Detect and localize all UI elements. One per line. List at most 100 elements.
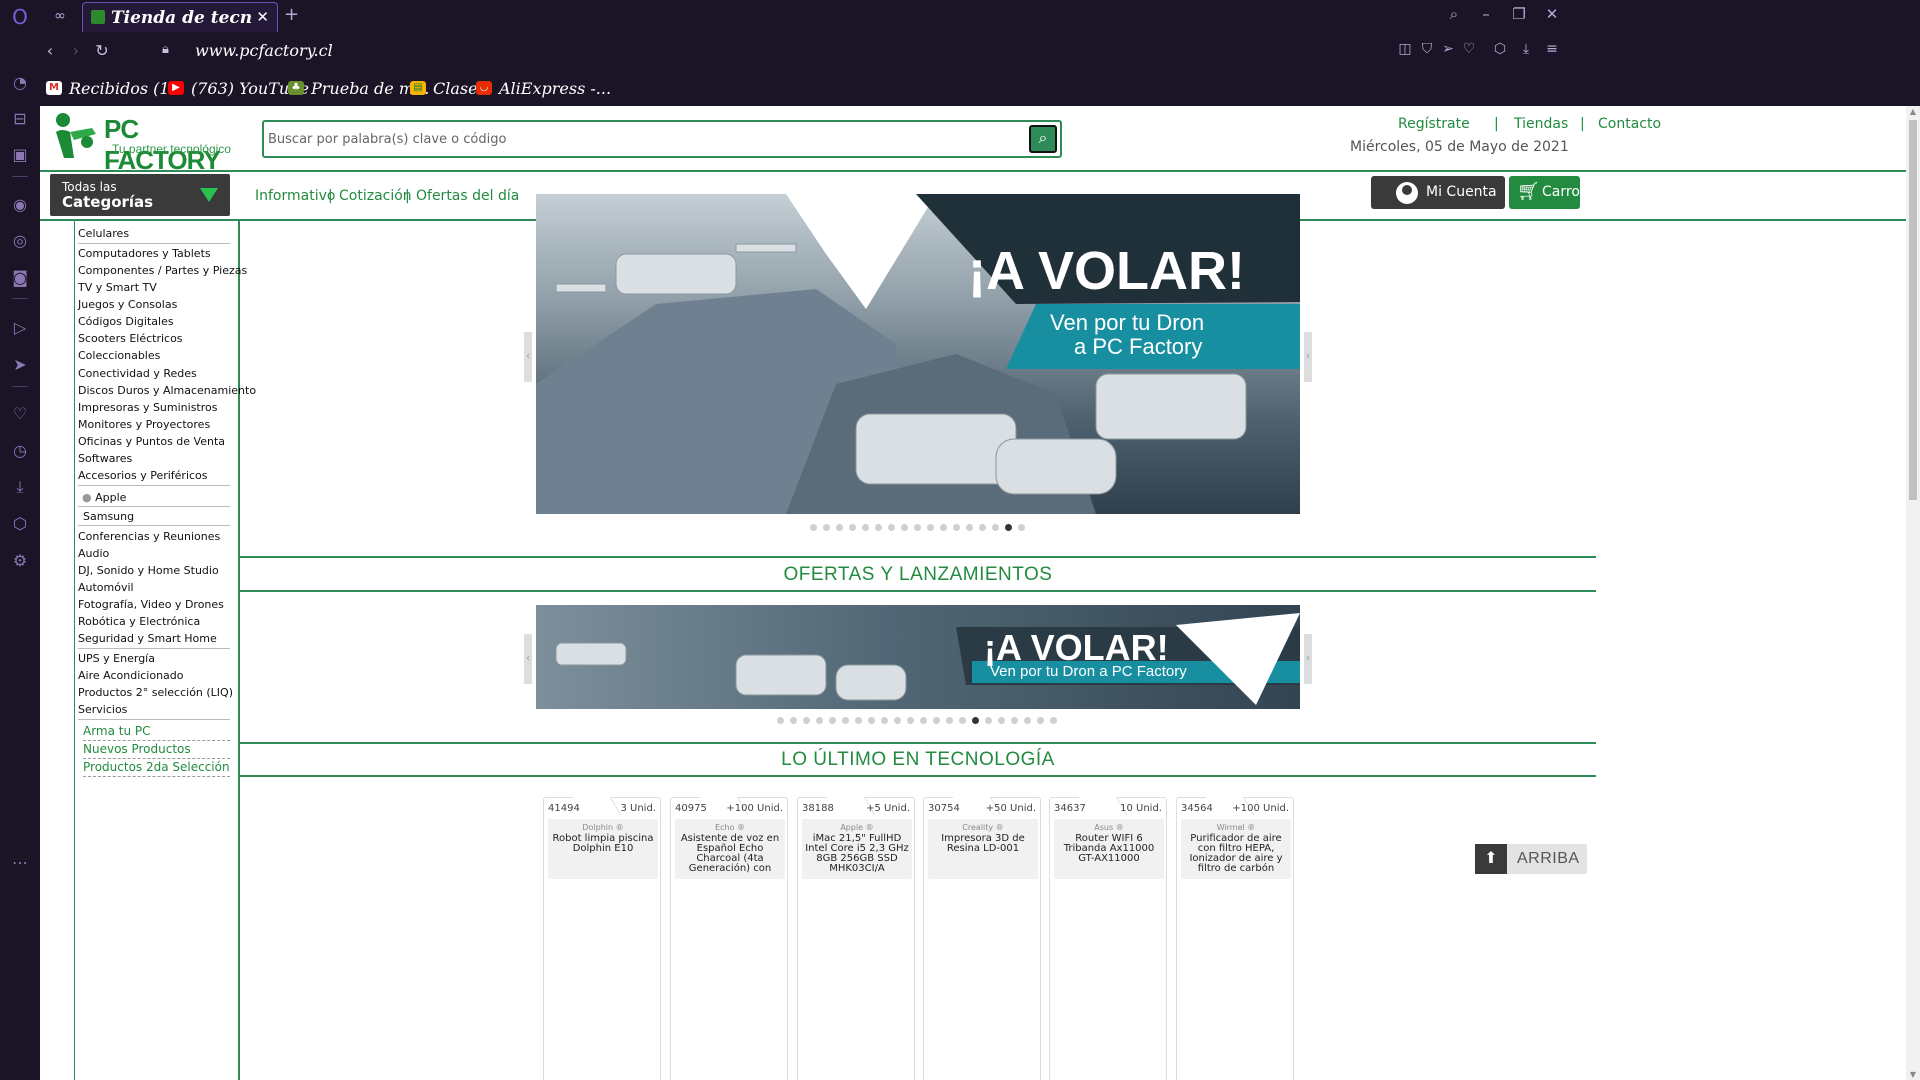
category-item[interactable]: Productos 2° selección (LIQ) — [78, 686, 233, 699]
extension-cube-icon[interactable]: ⬡ — [1490, 41, 1510, 57]
carousel-dot[interactable] — [927, 524, 934, 531]
discord-icon[interactable]: ◙ — [9, 267, 31, 289]
hero-banner[interactable]: ¡A VOLAR! Ven por tu Dron a PC Factory — [536, 194, 1300, 514]
product-name[interactable]: Robot limpia piscina Dolphin E10 — [550, 834, 656, 854]
send-icon[interactable]: ➤ — [9, 354, 31, 376]
carousel-dot[interactable] — [998, 717, 1005, 724]
hero-next-button[interactable]: › — [1304, 332, 1312, 382]
opera-logo-icon[interactable]: O — [9, 6, 31, 28]
category-item[interactable]: Celulares — [78, 227, 129, 240]
category-item[interactable]: Conferencias y Reuniones — [78, 530, 220, 543]
product-card[interactable]: 40975 +100 Unid. Echo ® Asistente de voz… — [670, 797, 788, 1080]
vpn-shield-icon[interactable]: ⛉ — [1417, 41, 1437, 57]
extensions-icon[interactable]: ⬡ — [9, 513, 31, 535]
carousel-dot[interactable] — [901, 524, 908, 531]
category-item[interactable]: Automóvil — [78, 581, 134, 594]
carousel-dot[interactable] — [914, 524, 921, 531]
carousel-dot[interactable] — [992, 524, 999, 531]
carousel-dot[interactable] — [855, 717, 862, 724]
carousel-dot[interactable] — [907, 717, 914, 724]
carousel-dot[interactable] — [862, 524, 869, 531]
product-card[interactable]: 38188 +5 Unid. Apple ® iMac 21,5" FullHD… — [797, 797, 915, 1080]
product-name[interactable]: Purificador de aire con filtro HEPA, Ion… — [1183, 834, 1289, 874]
carousel-dot[interactable] — [1011, 717, 1018, 724]
carousel-dot[interactable] — [966, 524, 973, 531]
carousel-dot[interactable] — [842, 717, 849, 724]
product-name[interactable]: iMac 21,5" FullHD Intel Core i5 2,3 GHz … — [804, 834, 910, 874]
product-name[interactable]: Impresora 3D de Resina LD-001 — [930, 834, 1036, 854]
scrollbar-thumb[interactable] — [1909, 120, 1917, 500]
category-item[interactable]: UPS y Energía — [78, 652, 155, 665]
lock-icon[interactable]: 🔒︎ — [162, 42, 169, 57]
cart-button[interactable]: 🛒︎ Carro — [1509, 176, 1580, 209]
nav-ofertas-dia[interactable]: Ofertas del día — [416, 188, 519, 204]
carousel-dot[interactable] — [1018, 524, 1025, 531]
player-icon[interactable]: ▷ — [9, 317, 31, 339]
tab-islands-icon[interactable]: ∞ — [50, 6, 70, 26]
category-item[interactable]: Fotografía, Video y Drones — [78, 598, 224, 611]
category-item[interactable]: Juegos y Consolas — [78, 298, 177, 311]
scroll-down-icon[interactable]: ▼ — [1908, 1070, 1918, 1079]
carousel-dot[interactable] — [1024, 717, 1031, 724]
scroll-up-icon[interactable]: ▲ — [1908, 107, 1918, 116]
back-to-top-button[interactable]: ⬆ ARRIBA — [1475, 844, 1587, 874]
twitch-icon[interactable]: ▣ — [9, 144, 31, 166]
stores-link[interactable]: Tiendas — [1514, 116, 1568, 132]
category-item[interactable]: Seguridad y Smart Home — [78, 632, 217, 645]
carousel-dot[interactable] — [790, 717, 797, 724]
product-card[interactable]: 41494 3 Unid. Dolphin ® Robot limpia pis… — [543, 797, 661, 1080]
category-item[interactable]: Robótica y Electrónica — [78, 615, 200, 628]
carousel-dot[interactable] — [1037, 717, 1044, 724]
bookmark-gmail[interactable]: M Recibidos (1... — [46, 77, 185, 99]
heart-icon[interactable]: ♡ — [9, 403, 31, 425]
carousel-dot[interactable] — [823, 524, 830, 531]
send-page-icon[interactable]: ➢ — [1438, 41, 1458, 57]
carousel-dot[interactable] — [777, 717, 784, 724]
special-link-2da-seleccion[interactable]: Productos 2da Selección — [83, 760, 230, 774]
bookmark-heart-icon[interactable]: ♡ — [1459, 41, 1479, 57]
carousel-dot[interactable] — [810, 524, 817, 531]
category-item[interactable]: Discos Duros y Almacenamiento — [78, 384, 256, 397]
carousel-dot[interactable] — [829, 717, 836, 724]
bookmark-classroom[interactable]: ▤ Clases — [410, 77, 486, 99]
all-categories-dropdown[interactable]: Todas las Categorías — [50, 174, 230, 216]
hero-prev-button[interactable]: ‹ — [524, 332, 532, 382]
product-card[interactable]: 34637 10 Unid. Asus ® Router WIFI 6 Trib… — [1049, 797, 1167, 1080]
carousel-dot[interactable] — [946, 717, 953, 724]
product-card[interactable]: 30754 +50 Unid. Creality ® Impresora 3D … — [923, 797, 1041, 1080]
shopping-bag-icon[interactable]: ⊟ — [9, 108, 31, 130]
product-name[interactable]: Router WIFI 6 Tribanda Ax11000 GT-AX1100… — [1056, 834, 1162, 864]
my-account-button[interactable]: Mi Cuenta — [1371, 176, 1505, 209]
product-name[interactable]: Asistente de voz en Español Echo Charcoa… — [677, 834, 783, 874]
reload-icon[interactable]: ↻ — [92, 41, 112, 60]
instagram-icon[interactable]: ◎ — [9, 230, 31, 252]
carousel-dot[interactable] — [985, 717, 992, 724]
carousel-dot[interactable] — [940, 524, 947, 531]
search-button[interactable]: ⌕ — [1029, 125, 1057, 153]
forward-icon[interactable]: › — [66, 41, 86, 60]
more-icon[interactable]: ⋯ — [9, 852, 31, 874]
nav-cotizacion[interactable]: Cotización — [339, 188, 412, 204]
category-item[interactable]: Aire Acondicionado — [78, 669, 184, 682]
page-scrollbar[interactable]: ▲ ▼ — [1906, 106, 1920, 1080]
carousel-dot[interactable] — [894, 717, 901, 724]
carousel-dot[interactable] — [849, 524, 856, 531]
category-item[interactable]: Audio — [78, 547, 109, 560]
category-item[interactable]: Conectividad y Redes — [78, 367, 197, 380]
speed-dial-icon[interactable]: ◔ — [9, 72, 31, 94]
brand-item-samsung[interactable]: Samsung — [83, 510, 134, 523]
carousel-dot[interactable] — [1050, 717, 1057, 724]
close-tab-icon[interactable]: ✕ — [256, 8, 269, 26]
menu-icon[interactable]: ≡ — [1542, 41, 1562, 57]
category-item[interactable]: Softwares — [78, 452, 132, 465]
search-input[interactable] — [268, 128, 1028, 150]
url-field[interactable]: www.pcfactory.cl — [195, 41, 333, 60]
carousel-dot[interactable] — [868, 717, 875, 724]
close-window-icon[interactable]: ✕ — [1540, 5, 1564, 23]
minimize-icon[interactable]: – — [1474, 5, 1498, 23]
history-icon[interactable]: ◷ — [9, 440, 31, 462]
carousel-dot[interactable] — [816, 717, 823, 724]
category-item[interactable]: Impresoras y Suministros — [78, 401, 218, 414]
brand-item-apple[interactable]: ● Apple — [82, 491, 126, 504]
special-link-arma-pc[interactable]: Arma tu PC — [83, 724, 151, 738]
